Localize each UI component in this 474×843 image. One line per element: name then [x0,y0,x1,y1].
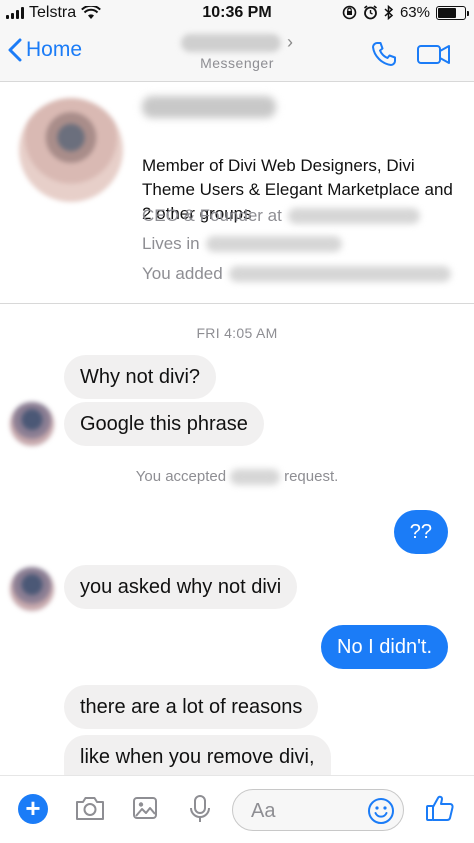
contact-avatar-small [10,402,54,446]
profile-work-prefix: CEO & Founder at [142,206,282,225]
profile-added-prefix: You added [142,264,223,283]
orientation-lock-icon [342,5,357,20]
message-list[interactable]: FRI 4:05 AM Why not divi? Google this ph… [0,305,474,775]
back-button[interactable]: Home [8,38,82,62]
profile-name-redacted [142,96,276,118]
profile-added: You added [142,264,451,284]
redacted-text [228,266,451,282]
image-icon[interactable] [131,794,159,822]
conversation-title[interactable]: › Messenger [150,32,324,71]
battery-icon [436,5,469,20]
battery-percent: 63% [399,4,430,21]
camera-icon[interactable] [74,794,106,822]
message-bubble-outgoing[interactable]: No I didn't. [321,625,448,669]
message-timestamp: FRI 4:05 AM [196,325,278,341]
system-note-prefix: You accepted [135,468,227,485]
profile-lives-prefix: Lives in [142,234,200,253]
plus-icon[interactable]: + [18,794,48,824]
chevron-left-icon [8,38,22,62]
message-bubble-outgoing[interactable]: ?? [393,510,448,554]
status-right: 63% [342,4,469,21]
back-label: Home [26,38,83,61]
message-bubble-incoming[interactable]: there are a lot of reasons [64,685,319,729]
composer-bar: + [0,775,474,843]
status-bar: Telstra 10:36 PM 63% [0,0,474,28]
bluetooth-icon [384,5,394,20]
profile-work: CEO & Founder at [142,206,420,226]
nav-bar: Home › Messenger [0,28,474,82]
emoji-icon[interactable] [367,797,395,825]
contact-avatar[interactable] [19,98,123,202]
message-bubble-incoming[interactable]: you asked why not divi [64,565,298,609]
redacted-text [230,468,281,485]
message-bubble-incoming[interactable]: Why not divi? [64,355,217,399]
redacted-text [287,208,420,224]
message-bubble-incoming[interactable]: Google this phrase [64,402,264,446]
system-note-suffix: request. [284,468,339,485]
phone-icon[interactable] [370,40,398,68]
video-camera-icon[interactable] [416,40,452,68]
message-bubble-incoming[interactable]: like when you remove divi, [64,735,331,775]
microphone-icon[interactable] [188,794,212,824]
thumbs-up-icon[interactable] [424,792,456,824]
redacted-text [205,236,342,252]
nav-subtitle: Messenger [200,55,274,71]
battery-fill [438,7,456,18]
message-field[interactable] [232,789,404,831]
system-note: You accepted request. [0,468,474,485]
contact-name-redacted [181,33,281,52]
alarm-icon [363,5,377,20]
chevron-right-icon: › [287,32,293,52]
contact-avatar-small [10,567,54,611]
profile-lives: Lives in [142,234,342,254]
message-input[interactable] [251,799,361,823]
profile-header: Member of Divi Web Designers, Divi Theme… [0,82,474,304]
